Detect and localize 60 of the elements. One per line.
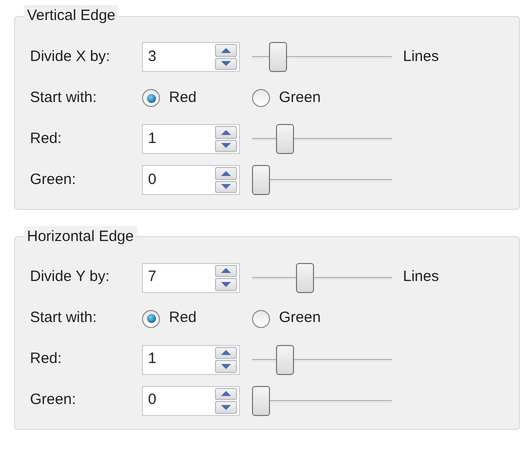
spin-down-button[interactable] [215,180,237,193]
down-arrow-icon [221,61,231,66]
spin-up-button[interactable] [215,388,237,400]
spin-down-button[interactable] [215,278,237,290]
field-label: Divide X by: [30,46,112,67]
slider[interactable] [252,124,392,154]
up-arrow-icon [221,350,231,356]
spin-up-button[interactable] [215,167,237,180]
field-label: Green: [30,390,77,410]
up-arrow-icon [221,391,231,396]
radio-button[interactable] [252,89,270,107]
radio-label: Green [279,88,321,108]
field-label: Start with: [30,88,98,108]
spin-down-button[interactable] [215,140,237,152]
slider[interactable] [252,262,392,292]
slider[interactable] [252,344,392,374]
slider[interactable] [252,165,392,195]
spin-down-button[interactable] [215,58,237,70]
spin-down-button[interactable] [215,360,237,372]
slider[interactable] [252,386,392,416]
up-arrow-icon [221,48,231,53]
spin-box[interactable]: 0 [142,386,240,416]
unit-label: Lines [403,46,439,67]
down-arrow-icon [221,364,231,369]
up-arrow-icon [221,130,231,135]
down-arrow-icon [221,143,231,148]
slider-thumb[interactable] [269,42,288,72]
down-arrow-icon [221,282,231,287]
up-arrow-icon [221,268,231,274]
slider-thumb[interactable] [252,386,270,416]
radio-button[interactable] [142,89,160,107]
down-arrow-icon [221,184,231,190]
spin-down-button[interactable] [215,401,237,414]
radio-label: Red [169,308,197,328]
spin-box[interactable]: 3 [142,42,240,72]
field-label: Divide Y by: [30,267,110,288]
spin-up-button[interactable] [215,44,237,56]
radio-label: Green [279,308,321,328]
slider-thumb[interactable] [252,165,270,195]
slider[interactable] [252,42,392,72]
unit-label: Lines [403,267,439,288]
up-arrow-icon [221,170,231,176]
spin-up-button[interactable] [215,346,237,359]
spin-up-button[interactable] [215,264,237,277]
spin-box[interactable]: 7 [142,262,240,292]
field-label: Start with: [30,308,98,328]
slider-thumb[interactable] [276,344,294,374]
field-label: Red: [30,128,63,149]
slider-thumb[interactable] [296,262,314,292]
down-arrow-icon [221,404,231,410]
radio-label: Red [169,88,197,108]
spin-box[interactable]: 1 [142,344,240,374]
spin-box[interactable]: 1 [142,124,240,154]
spin-box[interactable]: 0 [142,165,240,195]
slider-thumb[interactable] [276,124,294,154]
radio-button[interactable] [142,310,160,328]
field-label: Green: [30,170,77,190]
field-label: Red: [30,349,63,370]
spin-up-button[interactable] [215,126,237,138]
radio-button[interactable] [252,310,270,328]
